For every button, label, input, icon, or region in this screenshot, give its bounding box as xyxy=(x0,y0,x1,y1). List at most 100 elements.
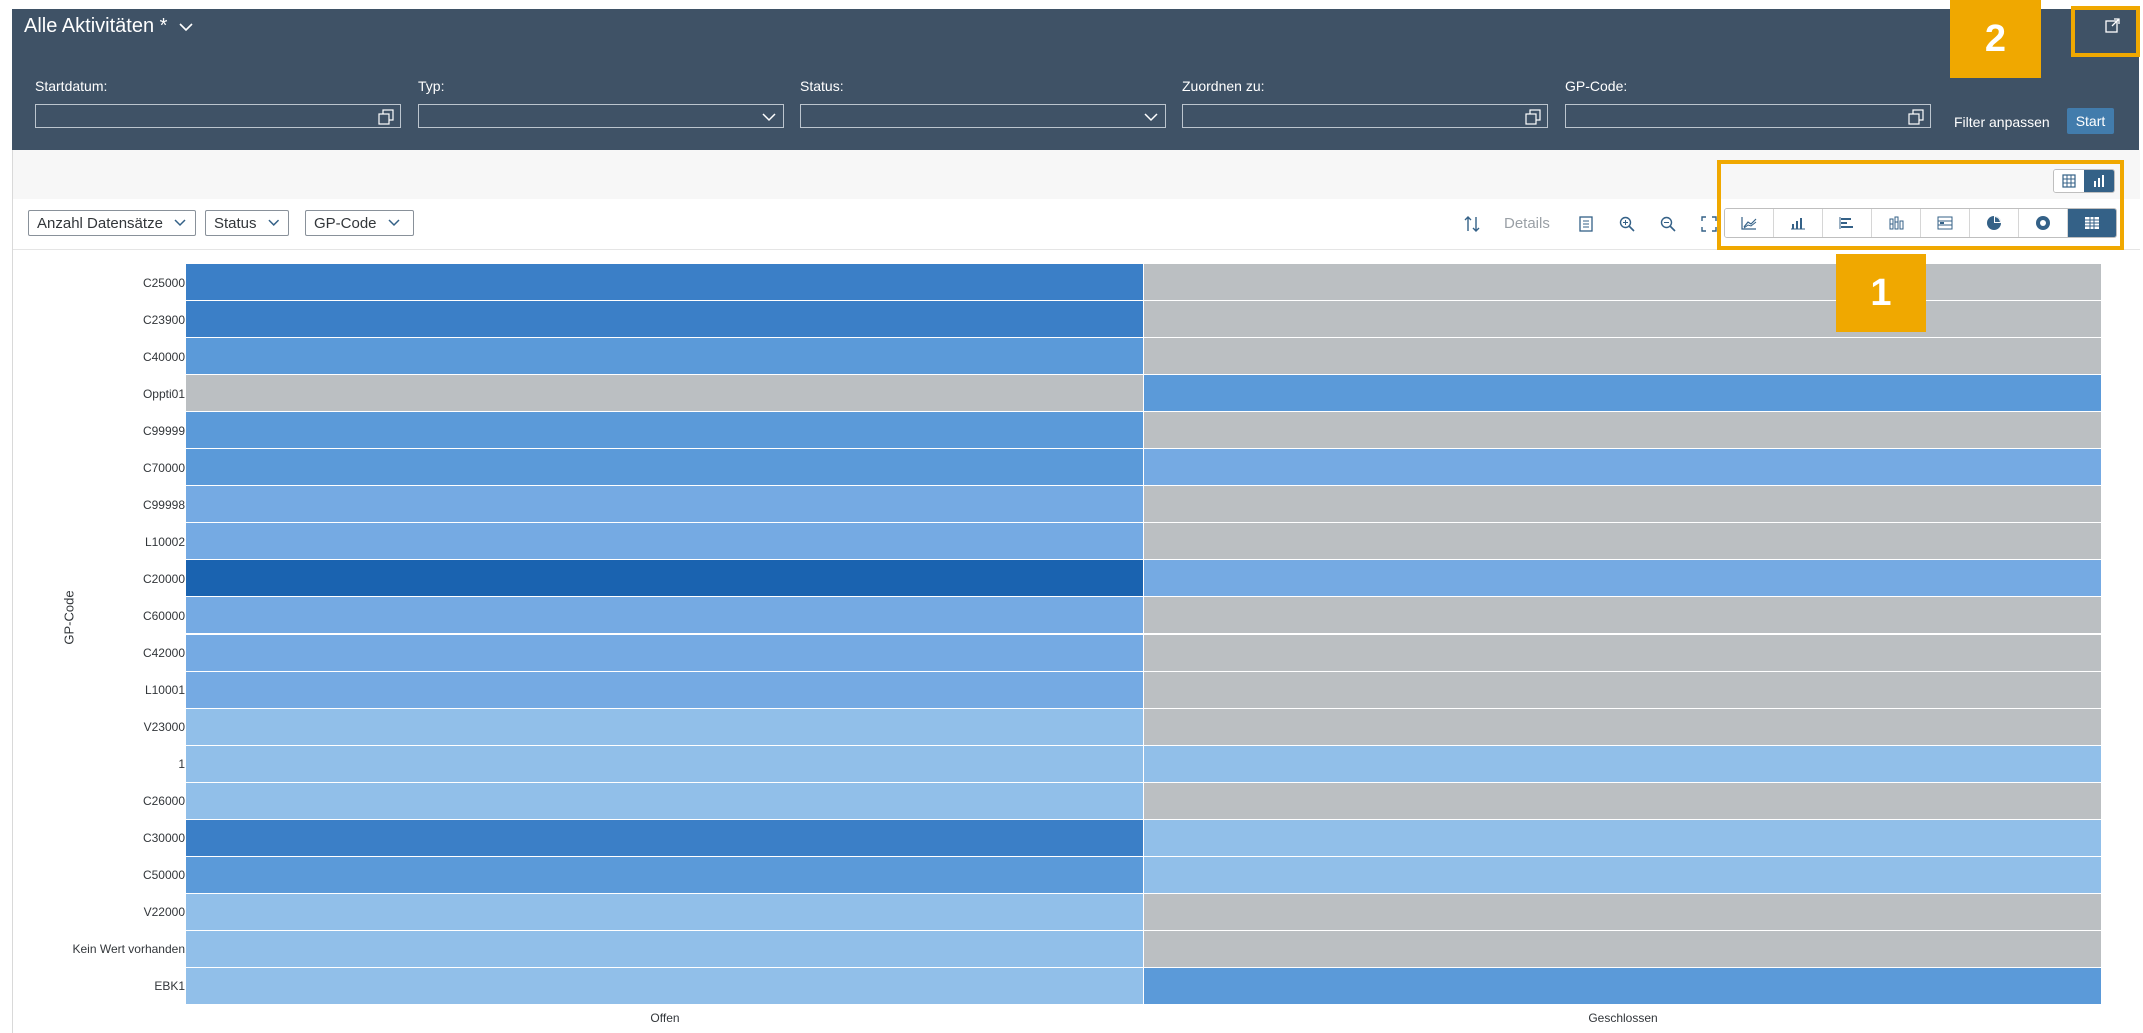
heatmap-cell[interactable] xyxy=(186,930,1144,968)
heatmap-cell[interactable] xyxy=(1144,856,2102,894)
y-tick-label: C20000 xyxy=(142,571,185,586)
y-tick-label: Oppti01 xyxy=(142,386,185,401)
chart-container: Anzahl Datensätze Status GP-Code Details xyxy=(12,150,2140,1033)
status-dropdown[interactable]: Status xyxy=(205,210,289,236)
heatmap-cell[interactable] xyxy=(186,967,1144,1005)
typ-select[interactable] xyxy=(418,104,784,128)
y-tick-label: EBK1 xyxy=(154,979,185,994)
share-highlight xyxy=(2071,6,2140,57)
heatmap-cell[interactable] xyxy=(186,301,1144,339)
heatmap-cell[interactable] xyxy=(186,671,1144,709)
heatmap-cell[interactable] xyxy=(1144,745,2102,783)
heatmap-cell[interactable] xyxy=(1144,597,2102,635)
sort-icon xyxy=(1464,216,1480,232)
heatmap-cell[interactable] xyxy=(186,375,1144,413)
filter-status: Status: xyxy=(800,78,844,98)
x-tick-label: Geschlossen xyxy=(1588,1011,1658,1025)
value-help-icon xyxy=(1908,109,1924,125)
y-tick-label: C42000 xyxy=(142,646,185,661)
heatmap-cell[interactable] xyxy=(1144,375,2102,413)
legend-button[interactable] xyxy=(1573,212,1599,236)
heatmap-cell[interactable] xyxy=(1144,449,2102,487)
filter-label: Typ: xyxy=(418,78,445,94)
start-button[interactable]: Start xyxy=(2067,108,2114,134)
heatmap-cell[interactable] xyxy=(1144,486,2102,524)
callout-badge-1: 1 xyxy=(1836,254,1926,332)
page-title: Alle Aktivitäten * xyxy=(24,15,168,37)
chart-type-highlight xyxy=(1717,160,2124,250)
heatmap-cell[interactable] xyxy=(1144,301,2102,339)
chevron-down-icon xyxy=(179,22,193,31)
y-tick-label: C99999 xyxy=(142,423,185,438)
sort-button[interactable] xyxy=(1460,212,1486,236)
heatmap-cell[interactable] xyxy=(1144,819,2102,857)
heatmap-cell[interactable] xyxy=(186,560,1144,598)
status-select[interactable] xyxy=(800,104,1166,128)
filter-label: Zuordnen zu: xyxy=(1182,78,1265,94)
y-tick-label: Kein Wert vorhanden xyxy=(72,942,185,957)
filter-label: GP-Code: xyxy=(1565,78,1628,94)
y-tick-label: C23900 xyxy=(142,312,185,327)
chevron-down-icon xyxy=(174,219,186,227)
heatmap-cell[interactable] xyxy=(1144,893,2102,931)
value-help-icon xyxy=(378,109,394,125)
legend-icon xyxy=(1579,216,1593,232)
heatmap-cell[interactable] xyxy=(1144,671,2102,709)
heatmap-cell[interactable] xyxy=(186,708,1144,746)
heatmap-cell[interactable] xyxy=(1144,412,2102,450)
heatmap-cell[interactable] xyxy=(1144,967,2102,1005)
heatmap-cell[interactable] xyxy=(1144,782,2102,820)
heatmap-cell[interactable] xyxy=(186,782,1144,820)
heatmap-cell[interactable] xyxy=(186,412,1144,450)
y-axis-title: GP-Code xyxy=(61,590,77,645)
heatmap-cell[interactable] xyxy=(1144,634,2102,672)
heatmap-cell[interactable] xyxy=(186,634,1144,672)
measure-dropdown[interactable]: Anzahl Datensätze xyxy=(28,210,196,236)
chevron-down-icon xyxy=(388,219,400,227)
heatmap-cell[interactable] xyxy=(186,523,1144,561)
y-tick-label: C60000 xyxy=(142,608,185,623)
adapt-filters-link[interactable]: Filter anpassen xyxy=(1954,114,2050,130)
value-help-icon xyxy=(1525,109,1541,125)
y-tick-label: C26000 xyxy=(142,794,185,809)
startdatum-input[interactable] xyxy=(35,104,401,128)
heatmap-cell[interactable] xyxy=(186,449,1144,487)
y-tick-label: C99998 xyxy=(142,497,185,512)
heatmap-cell[interactable] xyxy=(1144,930,2102,968)
y-tick-label: C40000 xyxy=(142,349,185,364)
gpcode-dropdown[interactable]: GP-Code xyxy=(305,210,414,236)
zoom-out-button[interactable] xyxy=(1655,212,1681,236)
y-tick-label: C25000 xyxy=(142,275,185,290)
chevron-down-icon xyxy=(267,219,279,226)
gpcode-input[interactable] xyxy=(1565,104,1931,128)
x-tick-label: Offen xyxy=(650,1011,680,1025)
variant-selector[interactable]: Alle Aktivitäten * xyxy=(24,15,195,38)
heatmap-cell[interactable] xyxy=(186,486,1144,524)
heatmap-cell[interactable] xyxy=(186,264,1144,302)
heatmap-cell[interactable] xyxy=(186,856,1144,894)
details-button[interactable]: Details xyxy=(1504,215,1550,232)
heatmap-cell[interactable] xyxy=(186,338,1144,376)
zuordnen-input[interactable] xyxy=(1182,104,1548,128)
y-tick-label: L10002 xyxy=(144,534,185,549)
filter-bar: Alle Aktivitäten * Startdatum: Typ: Stat… xyxy=(12,9,2139,166)
heatmap-chart: GP-Code C25000 C23900 C40000 Oppti01 C99999 C… xyxy=(13,250,2140,1033)
heatmap-cell[interactable] xyxy=(186,893,1144,931)
zoom-in-button[interactable] xyxy=(1614,212,1640,236)
heatmap-cell[interactable] xyxy=(1144,264,2102,302)
heatmap-cell[interactable] xyxy=(186,819,1144,857)
chevron-down-icon xyxy=(762,113,776,122)
heatmap-cell[interactable] xyxy=(1144,523,2102,561)
y-tick-label: 1 xyxy=(178,757,185,772)
heatmap-cell[interactable] xyxy=(1144,338,2102,376)
filter-label: Startdatum: xyxy=(35,78,108,94)
y-tick-label: C30000 xyxy=(142,831,185,846)
y-tick-label: L10001 xyxy=(144,683,185,698)
heatmap-cell[interactable] xyxy=(1144,560,2102,598)
filter-gpcode: GP-Code: xyxy=(1565,78,1627,98)
heatmap-cell[interactable] xyxy=(1144,708,2102,746)
y-tick-label: C50000 xyxy=(142,868,185,883)
heatmap-cell[interactable] xyxy=(186,597,1144,635)
gpcode-dropdown-label: GP-Code xyxy=(314,214,377,232)
heatmap-cell[interactable] xyxy=(186,745,1144,783)
